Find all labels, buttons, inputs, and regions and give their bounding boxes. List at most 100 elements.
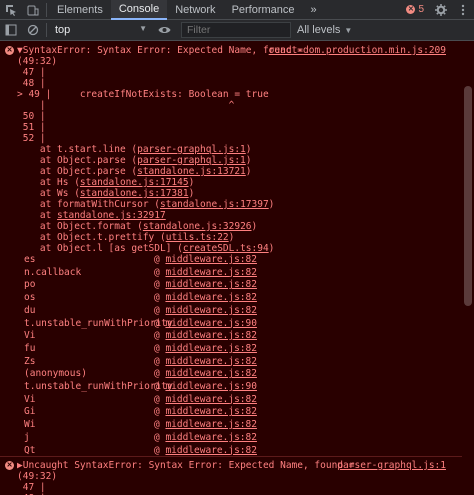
code-line: > 49 | createIfNotExists: Boolean = true xyxy=(17,89,269,100)
frame-function: fu xyxy=(24,342,36,354)
frame-file-link[interactable]: middleware.js:90 xyxy=(165,381,257,392)
stack-frame-row: (anonymous) @ middleware.js:82 xyxy=(0,367,474,380)
error-count-badge[interactable]: ✕ 5 xyxy=(400,4,430,15)
code-line: 52 | xyxy=(17,133,46,144)
tab-network[interactable]: Network xyxy=(167,0,223,20)
frame-file-link[interactable]: middleware.js:82 xyxy=(165,305,257,316)
console-toolbar: top ▼ All levels ▼ xyxy=(0,20,474,41)
toolbar-divider xyxy=(46,2,47,17)
tab-console[interactable]: Console xyxy=(110,0,168,20)
frame-file-link[interactable]: middleware.js:82 xyxy=(165,267,257,278)
error-position: (49:32) xyxy=(17,471,58,482)
scrollbar-thumb[interactable] xyxy=(464,86,472,306)
frame-function: Vi xyxy=(24,330,36,342)
stack-file-link[interactable]: parser-graphql.js:1 xyxy=(137,155,246,166)
filter-input[interactable] xyxy=(181,22,291,38)
code-line: | ^ xyxy=(17,100,235,111)
frame-file-link[interactable]: middleware.js:82 xyxy=(165,254,257,265)
code-line: 50 | xyxy=(17,111,46,122)
context-selector[interactable]: top ▼ xyxy=(49,24,153,36)
stack-file-link[interactable]: utils.ts:22 xyxy=(166,232,229,243)
stack-line: at Object.parse (standalone.js:13721) xyxy=(17,166,252,177)
stack-file-link[interactable]: standalone.js:13721 xyxy=(137,166,246,177)
stack-line: at t.start.line (parser-graphql.js:1) xyxy=(17,144,252,155)
stack-file-link[interactable]: standalone.js:32917 xyxy=(57,210,166,221)
frame-file-link[interactable]: middleware.js:82 xyxy=(165,292,257,303)
tab-elements[interactable]: Elements xyxy=(49,0,111,20)
stack-frame-row: du @ middleware.js:82 xyxy=(0,304,474,317)
chevron-down-icon: ▼ xyxy=(139,24,147,33)
tab-performance[interactable]: Performance xyxy=(224,0,303,20)
frame-location: @ middleware.js:90 xyxy=(154,381,257,392)
error-message-text: SyntaxError: Syntax Error: Expected Name… xyxy=(22,45,303,56)
scrollbar[interactable] xyxy=(462,41,474,495)
frame-file-link[interactable]: middleware.js:82 xyxy=(165,343,257,354)
stack-frame-row: Qt @ middleware.js:82 xyxy=(0,444,474,457)
frame-file-link[interactable]: middleware.js:82 xyxy=(165,406,257,417)
stack-file-link[interactable]: standalone.js:32926 xyxy=(143,221,252,232)
log-levels-dropdown[interactable]: All levels ▼ xyxy=(297,24,352,36)
clear-console-icon[interactable] xyxy=(22,20,44,40)
stack-line: at Object.t.prettify (utils.ts:22) xyxy=(17,232,235,243)
frame-location: @ middleware.js:82 xyxy=(154,330,257,342)
stack-frame-row: Vi @ middleware.js:82 xyxy=(0,393,474,406)
error-count: 5 xyxy=(418,4,424,15)
code-line: 48 | xyxy=(17,78,46,89)
error-source-link[interactable]: react-dom.production.min.js:209 xyxy=(269,45,446,56)
eye-icon[interactable] xyxy=(153,20,175,40)
frame-location: @ middleware.js:82 xyxy=(154,431,257,443)
error-source-link[interactable]: parser-graphql.js:1 xyxy=(337,460,446,471)
frame-file-link[interactable]: middleware.js:82 xyxy=(165,445,257,456)
frame-file-link[interactable]: middleware.js:90 xyxy=(165,318,257,329)
device-toolbar-icon[interactable] xyxy=(22,0,44,20)
inspect-element-icon[interactable] xyxy=(0,0,22,20)
frame-function: os xyxy=(24,292,36,304)
stack-file-link[interactable]: standalone.js:17381 xyxy=(80,188,189,199)
frame-function: Qt xyxy=(24,444,36,456)
code-line: 47 | xyxy=(17,67,46,78)
gear-icon[interactable] xyxy=(430,0,452,20)
frame-file-link[interactable]: middleware.js:82 xyxy=(165,394,257,405)
frame-location: @ middleware.js:82 xyxy=(154,304,257,316)
chevron-down-icon: ▼ xyxy=(344,25,353,35)
frame-function: Gi xyxy=(24,406,36,418)
frame-location: @ middleware.js:82 xyxy=(154,406,257,418)
stack-frame-row: os @ middleware.js:82 xyxy=(0,291,474,304)
more-tabs-button[interactable]: » xyxy=(303,0,325,20)
frame-function: n.callback xyxy=(24,266,82,278)
frame-function: du xyxy=(24,304,36,316)
message-divider xyxy=(0,456,474,457)
error-icon: ✕ xyxy=(406,5,416,14)
frame-file-link[interactable]: middleware.js:82 xyxy=(165,432,257,443)
code-line: 47 | xyxy=(17,482,46,493)
frame-file-link[interactable]: middleware.js:82 xyxy=(165,279,257,290)
log-levels-value: All levels xyxy=(297,24,341,36)
frame-function: t.unstable_runWithPriority xyxy=(24,381,173,392)
frame-file-link[interactable]: middleware.js:82 xyxy=(165,419,257,430)
error-message[interactable]: ▼SyntaxError: Syntax Error: Expected Nam… xyxy=(17,45,303,56)
frame-location: @ middleware.js:82 xyxy=(154,266,257,278)
frame-file-link[interactable]: middleware.js:82 xyxy=(165,368,257,379)
frame-function: (anonymous) xyxy=(24,368,87,380)
more-options-icon[interactable] xyxy=(452,0,474,20)
frame-function: j xyxy=(24,431,30,443)
stack-file-link[interactable]: standalone.js:17145 xyxy=(80,177,189,188)
code-line: 51 | xyxy=(17,122,46,133)
frame-function: Vi xyxy=(24,393,36,405)
frame-location: @ middleware.js:82 xyxy=(154,279,257,291)
error-icon: ✕ xyxy=(5,46,14,55)
stack-file-link[interactable]: parser-graphql.js:1 xyxy=(137,144,246,155)
error-message[interactable]: ▶Uncaught SyntaxError: Syntax Error: Exp… xyxy=(17,460,354,471)
stack-frame-row: po @ middleware.js:82 xyxy=(0,278,474,291)
frame-location: @ middleware.js:82 xyxy=(154,292,257,304)
frame-function: t.unstable_runWithPriority xyxy=(24,317,173,329)
stack-file-link[interactable]: standalone.js:17397 xyxy=(160,199,269,210)
frame-file-link[interactable]: middleware.js:82 xyxy=(165,356,257,367)
stack-frame-row: fu @ middleware.js:82 xyxy=(0,342,474,355)
devtools-tab-bar: Elements Console Network Performance » ✕… xyxy=(0,0,474,20)
stack-frame-row: n.callback @ middleware.js:82 xyxy=(0,266,474,279)
sidebar-toggle-icon[interactable] xyxy=(0,20,22,40)
stack-line: at Object.parse (parser-graphql.js:1) xyxy=(17,155,252,166)
stack-frame-row: Wi @ middleware.js:82 xyxy=(0,418,474,431)
frame-file-link[interactable]: middleware.js:82 xyxy=(165,330,257,341)
